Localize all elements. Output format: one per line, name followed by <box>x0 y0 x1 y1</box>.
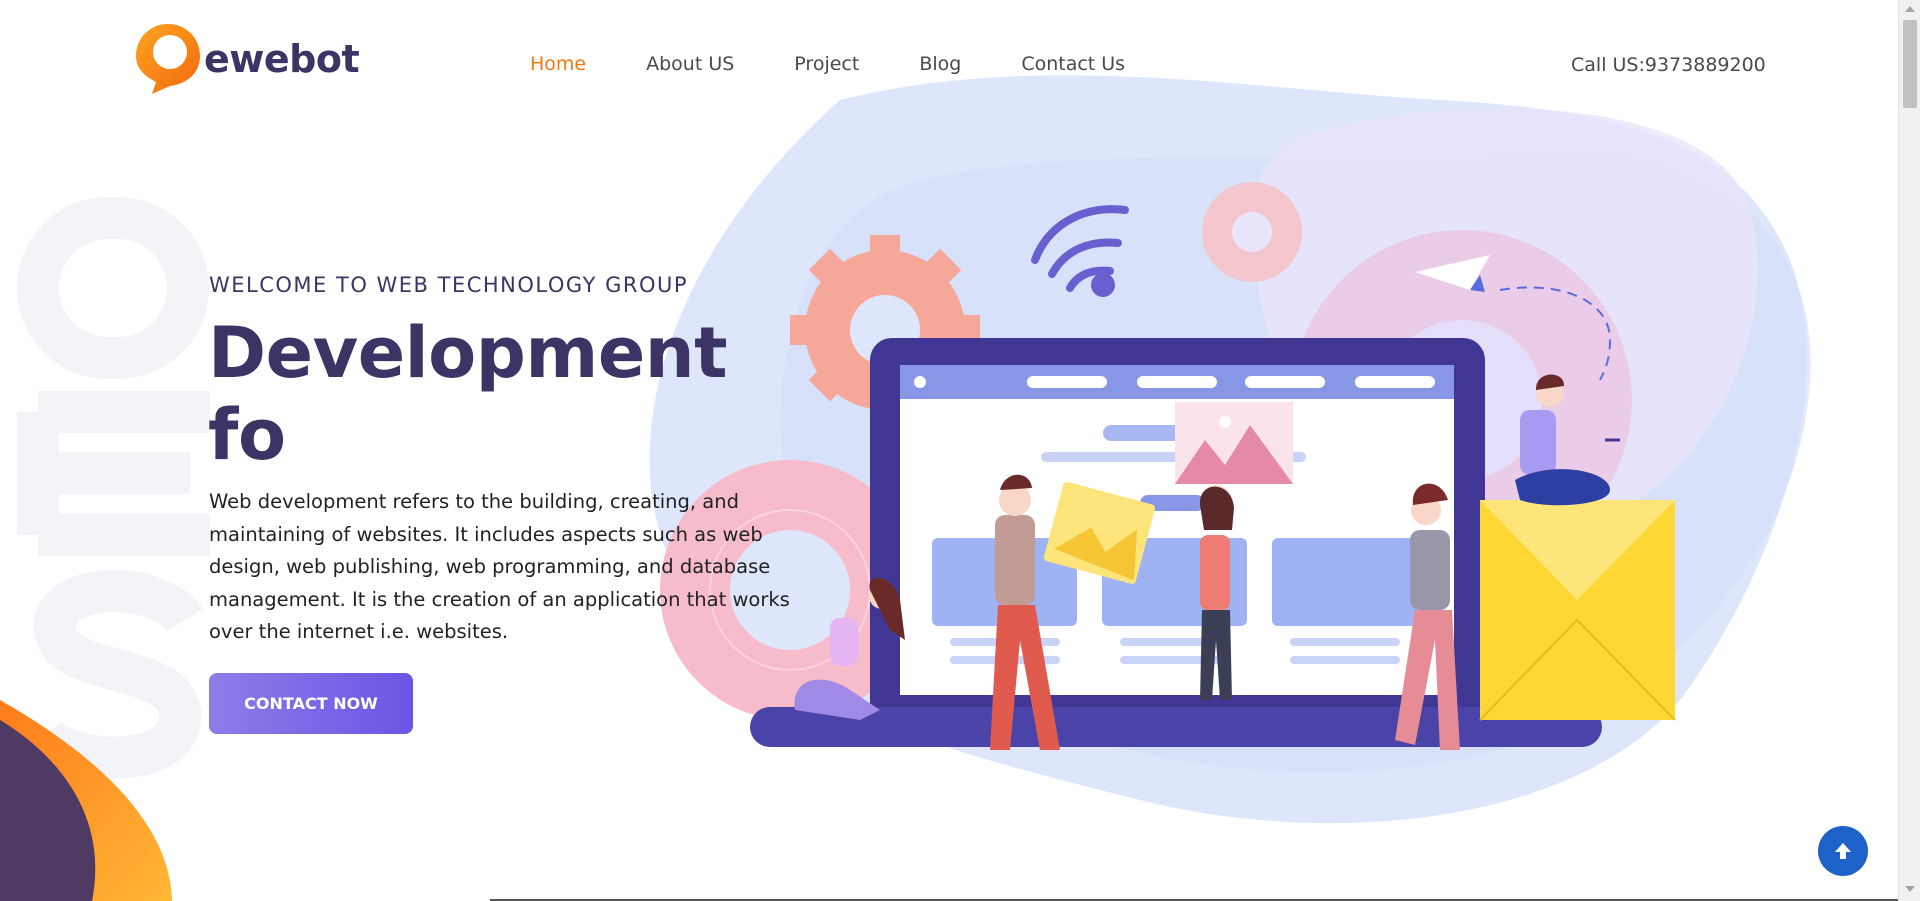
brand-name: ewebot <box>204 37 360 81</box>
scroll-up-icon[interactable] <box>1905 6 1915 12</box>
hero-illustration <box>649 75 1811 824</box>
scroll-top-button[interactable] <box>1818 826 1868 876</box>
scrollbar-thumb[interactable] <box>1903 20 1917 108</box>
speech-bubble-icon <box>136 24 200 94</box>
hero-title: Development fo <box>208 312 728 476</box>
page-scrollbar[interactable] <box>1898 0 1920 901</box>
corner-swoosh <box>0 700 172 901</box>
hero-description: Web development refers to the building, … <box>209 490 790 643</box>
page: ewebot Home About US Project Blog Contac… <box>0 0 1898 901</box>
brand-logo[interactable]: ewebot <box>134 22 360 96</box>
scroll-down-icon[interactable] <box>1905 886 1915 892</box>
gear-icon <box>1202 182 1302 282</box>
arrow-up-icon <box>1835 843 1851 859</box>
contact-now-button[interactable]: CONTACT NOW <box>209 673 413 734</box>
hero-subtitle: WELCOME TO WEB TECHNOLOGY GROUP <box>209 273 689 297</box>
nav-home[interactable]: Home <box>530 53 586 75</box>
